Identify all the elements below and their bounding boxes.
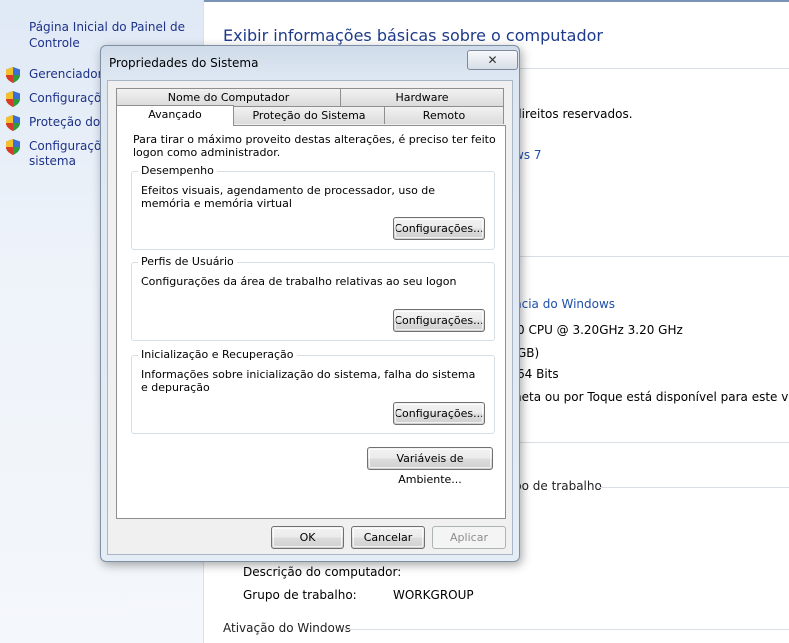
tab-remote[interactable]: Remoto [384,106,504,124]
tab-hardware[interactable]: Hardware [340,88,504,106]
apply-button: Aplicar [432,526,506,549]
processor-value: 0 CPU @ 3.20GHz 3.20 GHz [517,323,683,337]
dialog-title: Propriedades do Sistema [109,56,259,70]
page-title: Exibir informações básicas sobre o compu… [223,26,603,45]
startup-recovery-group-desc: Informações sobre inicialização do siste… [141,368,476,394]
performance-group-desc: Efeitos visuais, agendamento de processa… [141,184,436,210]
divider [514,256,789,257]
shield-icon [6,139,20,155]
cancel-button-label: Cancelar [363,531,413,544]
environment-variables-button-label: Variáveis de Ambiente... [396,452,464,486]
shield-icon [6,115,20,131]
startup-recovery-settings-button-label: Configurações... [394,407,484,420]
user-profiles-group: Perfis de Usuário Configurações da área … [131,255,495,341]
computer-description-label: Descrição do computador: [243,565,402,579]
divider [343,629,789,630]
cancel-button[interactable]: Cancelar [351,526,425,549]
shield-icon [6,91,20,107]
system-type-value: 64 Bits [517,367,559,381]
performance-group-title: Desempenho [138,164,217,177]
user-profiles-group-title: Perfis de Usuário [138,255,237,268]
environment-variables-button[interactable]: Variáveis de Ambiente... [367,447,493,486]
shield-icon [6,67,20,83]
ok-button[interactable]: OK [271,526,344,549]
activation-section-title: Ativação do Windows [223,621,351,635]
apply-button-label: Aplicar [450,531,488,544]
close-button[interactable]: ✕ [467,50,518,70]
ok-button-label: OK [299,531,316,544]
dialog-content: Nome do Computador Hardware Avançado Pro… [107,80,513,555]
user-profiles-settings-button[interactable]: Configurações... [393,309,485,332]
admin-notice: Para tirar o máximo proveito destas alte… [133,133,496,159]
divider [514,442,789,443]
workgroup-label: Grupo de trabalho: [243,588,357,602]
system-properties-dialog: Propriedades do Sistema ✕ Nome do Comput… [100,45,520,562]
close-icon: ✕ [487,53,498,67]
workgroup-value: WORKGROUP [393,588,474,602]
pen-touch-value: neta ou por Toque está disponível para e… [514,390,789,404]
tab-advanced[interactable]: Avançado [116,105,234,126]
copyright-text: direitos reservados. [514,107,633,121]
performance-group: Desempenho Efeitos visuais, agendamento … [131,164,495,250]
divider [598,487,789,488]
performance-settings-button-label: Configurações... [394,222,484,235]
tab-system-protection[interactable]: Proteção do Sistema [233,106,385,124]
user-profiles-group-desc: Configurações da área de trabalho relati… [141,275,457,288]
startup-recovery-settings-button[interactable]: Configurações... [393,402,485,425]
tab-computer-name[interactable]: Nome do Computador [116,88,341,106]
startup-recovery-group-title: Inicialização e Recuperação [138,348,297,361]
performance-settings-button[interactable]: Configurações... [393,217,485,240]
experience-index-link[interactable]: ncia do Windows [514,297,615,311]
startup-recovery-group: Inicialização e Recuperação Informações … [131,348,495,434]
advanced-tab-panel: Para tirar o máximo proveito destas alte… [116,125,506,519]
workgroup-section-title: po de trabalho [514,479,602,493]
memory-value: GB) [517,346,540,360]
user-profiles-settings-button-label: Configurações... [394,314,484,327]
